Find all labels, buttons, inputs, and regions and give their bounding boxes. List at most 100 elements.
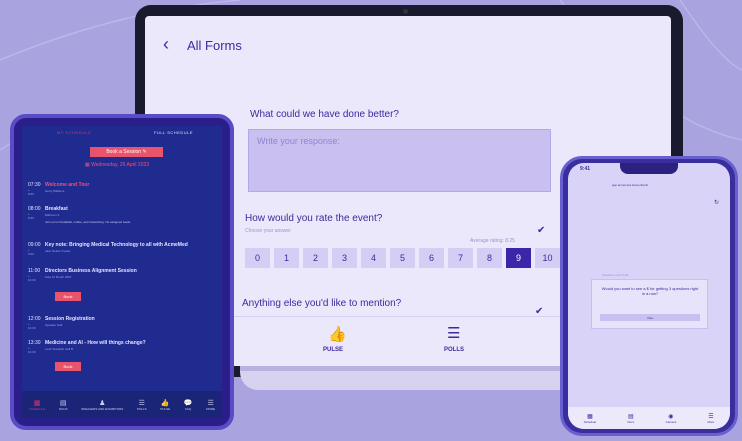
session-meta: Leah Standish Hall B xyxy=(45,347,74,351)
session-title: Welcome and Tour xyxy=(45,182,90,188)
nav-item[interactable]: ☰ MORE xyxy=(206,399,215,411)
nav-label: Camera xyxy=(665,419,677,424)
response-textarea[interactable]: Write your response: xyxy=(248,129,551,192)
rating-option[interactable]: 0 xyxy=(245,248,270,268)
rating-option[interactable]: 4 xyxy=(361,248,386,268)
calendar-icon: ▦ xyxy=(587,413,593,420)
camera-icon: ◉ xyxy=(668,413,674,420)
camera-dot xyxy=(403,9,408,14)
nav-label: SPEAKERS AND EXHIBITORS xyxy=(81,406,124,411)
menu-icon: ☰ xyxy=(708,413,714,420)
rating-option[interactable]: 8 xyxy=(477,248,502,268)
calendar-icon: ▦ xyxy=(85,162,90,168)
nav-item[interactable]: ▤ DOCS xyxy=(59,399,68,411)
book-button[interactable]: Book xyxy=(55,362,81,371)
rating-option[interactable]: 3 xyxy=(332,248,357,268)
menu-icon: ☰ xyxy=(207,399,214,407)
schedule-tabs: MY SCHEDULE FULL SCHEDULE xyxy=(22,126,222,140)
calendar-icon: ▦ xyxy=(33,399,41,407)
rating-option[interactable]: 2 xyxy=(303,248,328,268)
tablet-bottom-nav: ▦ SCHEDULE ▤ DOCS ♟ SPEAKERS AND EXHIBITORS ☰ P… xyxy=(22,391,222,418)
rating-option[interactable]: 6 xyxy=(419,248,444,268)
nav-item[interactable]: 👍 PULSE xyxy=(160,399,170,411)
session-meta: Jack Nelson Foster xyxy=(45,249,71,253)
nav-label: PULSE xyxy=(160,406,171,411)
session-meta: Harry Williams xyxy=(45,189,65,193)
question-rating: How would you rate the event? xyxy=(245,213,383,224)
session-desc: Join us for breakfast, coffee, and netwo… xyxy=(45,220,131,224)
document-icon: ▤ xyxy=(628,413,634,420)
person-icon: ♟ xyxy=(99,399,106,407)
check-icon: ✔ xyxy=(537,225,546,236)
nav-item[interactable]: 💬 FAQ xyxy=(184,399,193,411)
nav-polls[interactable]: POLLS xyxy=(444,347,464,353)
session-title: Directors Business Alignment Session xyxy=(45,268,137,274)
page-title: All Forms xyxy=(187,38,242,53)
book-button[interactable]: Book xyxy=(55,292,81,301)
tab-full-schedule[interactable]: FULL SCHEDULE xyxy=(154,130,193,135)
date-label: Wednesday, 26 April 2023 xyxy=(91,162,150,168)
choose-hint: Choose your answer xyxy=(245,228,291,234)
nav-label: More xyxy=(707,419,715,424)
rating-option[interactable]: 7 xyxy=(448,248,473,268)
phone-screen: 9:41 app.acmemed.io/event/poll ↻ Questio… xyxy=(568,163,730,429)
nav-label: MORE xyxy=(206,406,216,411)
session-end: + 9:30 xyxy=(28,248,34,256)
list-icon[interactable]: ☰ xyxy=(447,324,460,342)
book-session-button[interactable]: Book a Session ✎ xyxy=(90,147,163,157)
book-session-label: Book a Session xyxy=(106,149,142,155)
phone-header: app.acmemed.io/event/poll xyxy=(612,183,648,187)
laptop-hinge xyxy=(240,366,590,371)
nav-item[interactable]: ▤ Docs xyxy=(627,413,634,424)
chevron-left-icon[interactable]: ‹ xyxy=(163,34,169,55)
vote-button[interactable]: Vote xyxy=(600,314,700,321)
session-end: + 8:30 xyxy=(28,212,34,220)
tab-my-schedule[interactable]: MY SCHEDULE xyxy=(57,130,91,135)
session-end: + 14:30 xyxy=(28,346,36,354)
rating-option[interactable]: 1 xyxy=(274,248,299,268)
session-title: Key note: Bringing Medical Technology to… xyxy=(45,242,188,248)
question-mention: Anything else you'd like to mention? xyxy=(242,298,402,309)
session-meta: Kate M. Booth #467 xyxy=(45,275,72,279)
tablet-screen: MY SCHEDULE FULL SCHEDULE Book a Session… xyxy=(22,126,222,418)
session-end: + 8:00 xyxy=(28,188,34,196)
nav-pulse[interactable]: PULSE xyxy=(323,347,343,353)
nav-item[interactable]: ☰ POLLS xyxy=(137,399,147,411)
rating-scale: 0 1 2 3 4 5 6 7 8 9 10 xyxy=(245,248,560,268)
rating-option[interactable]: 10 xyxy=(535,248,560,268)
nav-item[interactable]: ◉ Camera xyxy=(666,413,677,424)
rating-option[interactable]: 9 xyxy=(506,248,531,268)
poll-question: Would you want to see a $ for getting 3 … xyxy=(601,286,699,296)
nav-item[interactable]: ☰ More xyxy=(708,413,715,424)
phone-bottom-nav: ▦ Schedule ▤ Docs ◉ Camera ☰ More xyxy=(568,407,730,429)
session-title: Breakfast xyxy=(45,206,68,212)
rating-option[interactable]: 5 xyxy=(390,248,415,268)
card-header: Questions and Polls xyxy=(602,273,629,277)
thumbs-up-icon[interactable]: 👍 xyxy=(328,325,347,343)
status-time: 9:41 xyxy=(580,166,591,172)
session-title: Session Registration xyxy=(45,316,95,322)
nav-label: Docs xyxy=(627,419,635,424)
schedule-date: ▦ Wednesday, 26 April 2023 xyxy=(85,162,149,168)
thumbs-up-icon: 👍 xyxy=(160,399,170,407)
nav-label: DOCS xyxy=(58,406,68,411)
nav-item[interactable]: ▦ SCHEDULE xyxy=(29,399,45,411)
nav-item[interactable]: ▦ Schedule xyxy=(584,413,597,424)
session-meta: Ballroom 2 xyxy=(45,213,60,217)
chat-icon: 💬 xyxy=(183,399,193,407)
nav-label: Schedule xyxy=(583,419,597,424)
nav-item[interactable]: ♟ SPEAKERS AND EXHIBITORS xyxy=(81,399,123,411)
phone-notch xyxy=(620,163,678,174)
document-icon: ▤ xyxy=(59,399,67,407)
nav-label: SCHEDULE xyxy=(28,406,46,411)
refresh-icon[interactable]: ↻ xyxy=(714,199,719,206)
nav-label: POLLS xyxy=(136,406,147,411)
average-rating: Average rating: 8.25 xyxy=(470,238,515,244)
session-title: Medicine and AI - How will things change… xyxy=(45,340,146,346)
forms-header: ‹ All Forms xyxy=(145,16,671,66)
nav-label: FAQ xyxy=(185,406,192,411)
poll-card: Would you want to see a $ for getting 3 … xyxy=(591,279,708,329)
session-end: + 12:30 xyxy=(28,322,36,330)
list-icon: ☰ xyxy=(138,399,145,407)
session-end: + 12:00 xyxy=(28,274,36,282)
